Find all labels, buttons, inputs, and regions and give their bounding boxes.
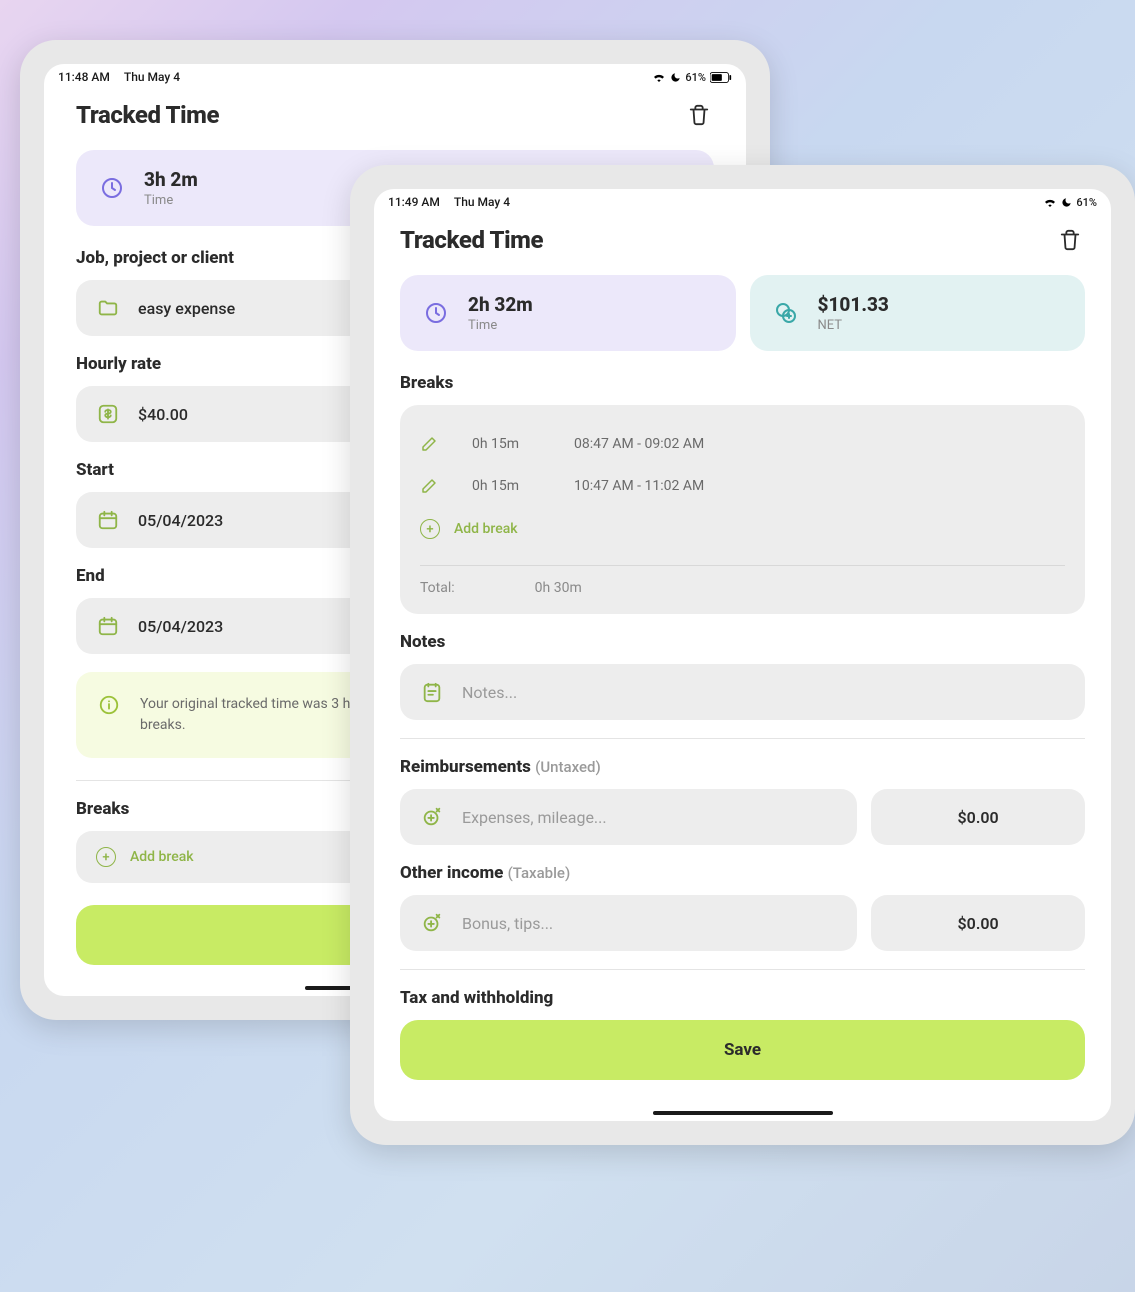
tablet-front: 11:49 AM Thu May 4 61% Tracked Time	[350, 165, 1135, 1145]
folder-icon	[96, 296, 120, 320]
summary-time-value: 3h 2m	[144, 168, 198, 191]
moon-icon	[1061, 197, 1072, 208]
dollar-icon	[96, 402, 120, 426]
divider	[420, 565, 1065, 566]
reimbursements-placeholder: Expenses, mileage...	[462, 808, 607, 827]
page-title: Tracked Time	[400, 226, 543, 254]
delete-button[interactable]	[1055, 225, 1085, 255]
divider	[400, 969, 1085, 970]
other-income-amount-field[interactable]: $0.00	[871, 895, 1085, 951]
clock-icon	[422, 299, 450, 327]
screen-front: 11:49 AM Thu May 4 61% Tracked Time	[374, 189, 1111, 1121]
battery-icon	[710, 72, 732, 83]
reimbursements-field[interactable]: Expenses, mileage...	[400, 789, 857, 845]
break-range: 10:47 AM - 11:02 AM	[574, 478, 704, 494]
home-indicator	[653, 1111, 833, 1115]
summary-net-card: $101.33 NET	[750, 275, 1086, 351]
add-break-label: Add break	[454, 521, 518, 537]
summary-time-card: 2h 32m Time	[400, 275, 736, 351]
status-date: Thu May 4	[454, 195, 510, 209]
status-time: 11:48 AM	[58, 70, 110, 84]
divider	[400, 738, 1085, 739]
delete-button[interactable]	[684, 100, 714, 130]
summary-time-label: Time	[468, 318, 533, 333]
battery-percent: 61%	[685, 71, 706, 84]
summary-time-value: 2h 32m	[468, 293, 533, 316]
expense-in-icon	[420, 805, 444, 829]
battery-percent: 61%	[1076, 196, 1097, 209]
break-row[interactable]: 0h 15m 10:47 AM - 11:02 AM	[420, 465, 1065, 507]
start-value: 05/04/2023	[138, 511, 223, 530]
break-range: 08:47 AM - 09:02 AM	[574, 436, 704, 452]
status-date: Thu May 4	[124, 70, 180, 84]
save-button[interactable]: Save	[400, 1020, 1085, 1080]
moon-icon	[670, 72, 681, 83]
status-bar: 11:49 AM Thu May 4 61%	[374, 189, 1111, 213]
plus-icon: +	[420, 519, 440, 539]
wifi-icon	[652, 72, 666, 82]
calendar-icon	[96, 508, 120, 532]
total-label: Total:	[420, 580, 455, 596]
notes-icon	[420, 680, 444, 704]
break-duration: 0h 15m	[472, 478, 542, 494]
end-value: 05/04/2023	[138, 617, 223, 636]
break-duration: 0h 15m	[472, 436, 542, 452]
reimbursements-label: Reimbursements (Untaxed)	[400, 757, 1085, 777]
other-income-amount: $0.00	[958, 914, 999, 933]
breaks-label: Breaks	[400, 373, 1085, 393]
calendar-icon	[96, 614, 120, 638]
other-income-field[interactable]: Bonus, tips...	[400, 895, 857, 951]
summary-net-label: NET	[818, 318, 889, 333]
rate-value: $40.00	[138, 405, 188, 424]
summary-time-label: Time	[144, 193, 198, 208]
break-row[interactable]: 0h 15m 08:47 AM - 09:02 AM	[420, 423, 1065, 465]
edit-icon	[420, 435, 440, 453]
add-break-button[interactable]: + Add break	[420, 507, 1065, 547]
reimbursements-amount-field[interactable]: $0.00	[871, 789, 1085, 845]
summary-net-value: $101.33	[818, 293, 889, 316]
wifi-icon	[1043, 197, 1057, 207]
notes-field[interactable]: Notes...	[400, 664, 1085, 720]
edit-icon	[420, 477, 440, 495]
page-title: Tracked Time	[76, 101, 219, 129]
clock-icon	[98, 174, 126, 202]
other-income-placeholder: Bonus, tips...	[462, 914, 553, 933]
notes-placeholder: Notes...	[462, 683, 517, 702]
breaks-card: 0h 15m 08:47 AM - 09:02 AM 0h 15m 10:47 …	[400, 405, 1085, 614]
plus-icon: +	[96, 847, 116, 867]
money-icon	[772, 299, 800, 327]
info-icon	[98, 694, 120, 716]
total-value: 0h 30m	[535, 580, 582, 596]
add-break-label: Add break	[130, 849, 194, 865]
status-time: 11:49 AM	[388, 195, 440, 209]
tax-label: Tax and withholding	[400, 988, 1085, 1008]
other-income-label: Other income (Taxable)	[400, 863, 1085, 883]
status-bar: 11:48 AM Thu May 4 61%	[44, 64, 746, 88]
reimbursements-amount: $0.00	[958, 808, 999, 827]
breaks-total-row: Total: 0h 30m	[420, 570, 1065, 596]
notes-label: Notes	[400, 632, 1085, 652]
income-in-icon	[420, 911, 444, 935]
job-value: easy expense	[138, 299, 235, 318]
